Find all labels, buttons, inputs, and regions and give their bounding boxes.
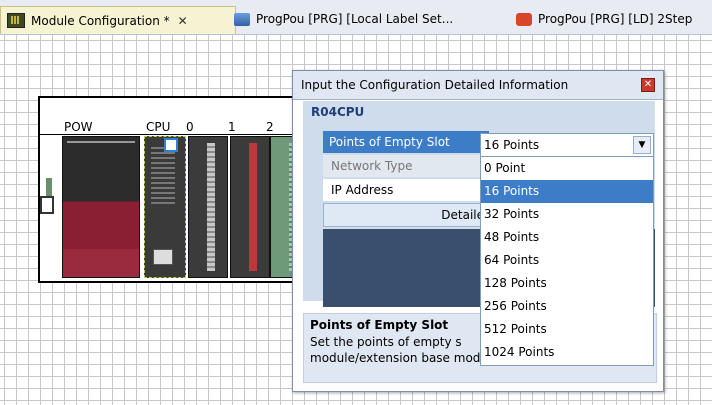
button-label: Detaile <box>441 208 484 222</box>
dropdown-option[interactable]: 512 Points <box>481 318 653 341</box>
tab-ladder-program[interactable]: ProgPou [PRG] [LD] 2Step <box>510 6 712 32</box>
cpu-ethernet-port <box>153 249 173 265</box>
points-dropdown[interactable]: 16 Points ▼ <box>480 133 654 157</box>
tab-label: ProgPou [PRG] [LD] 2Step <box>538 12 693 26</box>
tab-local-label-setting[interactable]: ProgPou [PRG] [Local Label Set... <box>228 6 490 32</box>
ladder-icon <box>516 12 532 26</box>
slot-label-cpu: CPU <box>146 120 171 134</box>
dialog-title-bar[interactable]: Input the Configuration Detailed Informa… <box>293 71 663 100</box>
property-label: IP Address <box>331 183 394 197</box>
power-module[interactable] <box>62 136 140 278</box>
dropdown-value: 16 Points <box>484 138 540 152</box>
property-ip-address[interactable]: IP Address <box>323 179 497 201</box>
dropdown-option[interactable]: 48 Points <box>481 226 653 249</box>
cpu-module[interactable] <box>144 136 186 278</box>
close-icon[interactable]: ✕ <box>178 14 188 28</box>
dropdown-option[interactable]: 0 Point <box>481 157 653 180</box>
io-module-slot-0[interactable] <box>188 136 228 278</box>
dialog-title: Input the Configuration Detailed Informa… <box>301 78 569 92</box>
cpu-vents <box>151 147 175 207</box>
label-set-icon <box>234 12 250 26</box>
dropdown-option[interactable]: 128 Points <box>481 272 653 295</box>
terminal-block <box>249 143 257 271</box>
module-name: R04CPU <box>311 105 365 119</box>
io-module-slot-1[interactable] <box>230 136 270 278</box>
selection-handle[interactable] <box>164 138 178 152</box>
dropdown-option[interactable]: 256 Points <box>481 295 653 318</box>
property-network-type[interactable]: Network Type <box>323 155 491 177</box>
slot-label-2: 2 <box>266 120 274 134</box>
tab-bar: Module Configuration * ✕ ProgPou [PRG] [… <box>0 0 712 35</box>
dropdown-option-selected[interactable]: 16 Points <box>481 180 653 203</box>
tab-module-configuration[interactable]: Module Configuration * ✕ <box>0 6 236 34</box>
slot-label-0: 0 <box>186 120 194 134</box>
property-label: Network Type <box>331 159 413 173</box>
slot-label-pow: POW <box>64 120 93 134</box>
resize-handle[interactable] <box>40 196 54 214</box>
tab-label: ProgPou [PRG] [Local Label Set... <box>256 12 454 26</box>
module-config-icon <box>7 13 25 28</box>
tab-label: Module Configuration * <box>31 13 170 28</box>
dropdown-option[interactable]: 64 Points <box>481 249 653 272</box>
close-icon[interactable]: ✕ <box>641 78 655 92</box>
property-label: Points of Empty Slot <box>329 135 450 149</box>
dropdown-list: 0 Point 16 Points 32 Points 48 Points 64… <box>480 156 654 366</box>
dropdown-option[interactable]: 32 Points <box>481 203 653 226</box>
terminal-block <box>207 143 215 271</box>
chevron-down-icon[interactable]: ▼ <box>633 136 651 154</box>
detailed-setting-button[interactable]: Detaile <box>323 203 487 227</box>
property-points-of-empty-slot[interactable]: Points of Empty Slot <box>323 131 489 153</box>
slot-label-1: 1 <box>228 120 236 134</box>
dropdown-option[interactable]: 1024 Points <box>481 341 653 364</box>
